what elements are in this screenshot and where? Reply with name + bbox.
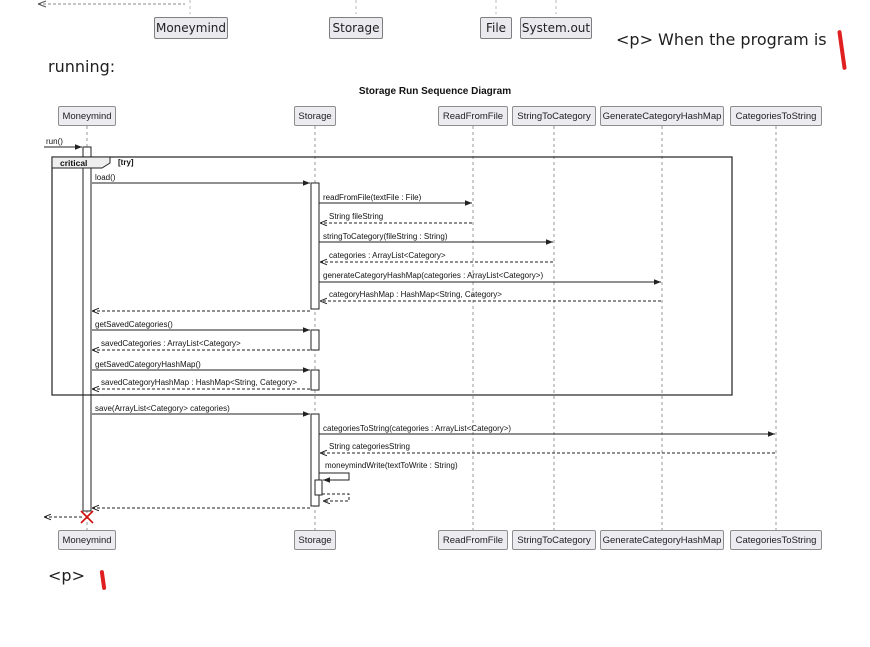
participant-stringtocategory-bottom: StringToCategory (512, 530, 596, 550)
participant-readfromfile-top: ReadFromFile (438, 106, 508, 126)
msg-write-return (322, 493, 350, 501)
fragment-label: critical (60, 158, 88, 168)
participant-readfromfile-bottom: ReadFromFile (438, 530, 508, 550)
label-categoriesstring: String categoriesString (329, 442, 410, 451)
activation-moneymind (82, 146, 92, 512)
activation-storage-categories (310, 329, 320, 351)
label-getsavedcategories: getSavedCategories() (95, 320, 173, 329)
label-getsavedhashmap: getSavedCategoryHashMap() (95, 360, 201, 369)
label-filestring: String fileString (329, 212, 384, 221)
paragraph-tag-text: <p> (48, 566, 85, 585)
msg-moneymindwrite-self (319, 472, 350, 483)
participant-storage-bottom: Storage (294, 530, 336, 550)
participant-stringtocategory-top: StringToCategory (512, 106, 596, 126)
label-savedhashmap: savedCategoryHashMap : HashMap<String, C… (101, 378, 298, 387)
label-run: run() (46, 137, 63, 146)
label-hashmap-return: categoryHashMap : HashMap<String, Catego… (329, 290, 502, 299)
label-categoriestostring: categoriesToString(categories : ArrayLis… (323, 424, 512, 433)
activation-storage-load (310, 182, 320, 310)
participant-storage-top: Storage (294, 106, 336, 126)
activation-storage-hashmap (310, 369, 320, 391)
participant-moneymind-bottom: Moneymind (58, 530, 116, 550)
participant-categoriestostring-bottom: CategoriesToString (730, 530, 822, 550)
activation-storage-write (314, 479, 323, 496)
participant-moneymind-top: Moneymind (58, 106, 116, 126)
label-generatehashmap: generateCategoryHashMap(categories : Arr… (323, 271, 544, 280)
participant-generatecategoryhashmap-top: GenerateCategoryHashMap (600, 106, 724, 126)
label-moneymindwrite: moneymindWrite(textToWrite : String) (325, 461, 458, 470)
participant-categoriestostring-top: CategoriesToString (730, 106, 822, 126)
label-savedcategories: savedCategories : ArrayList<Category> (101, 339, 241, 348)
label-readfromfile: readFromFile(textFile : File) (323, 193, 422, 202)
fragment-guard: [try] (118, 158, 134, 167)
label-save: save(ArrayList<Category> categories) (95, 404, 230, 413)
label-load: load() (95, 173, 116, 182)
label-stringtocategory: stringToCategory(fileString : String) (323, 232, 448, 241)
label-categories-return: categories : ArrayList<Category> (329, 251, 446, 260)
participant-generatecategoryhashmap-bottom: GenerateCategoryHashMap (600, 530, 724, 550)
